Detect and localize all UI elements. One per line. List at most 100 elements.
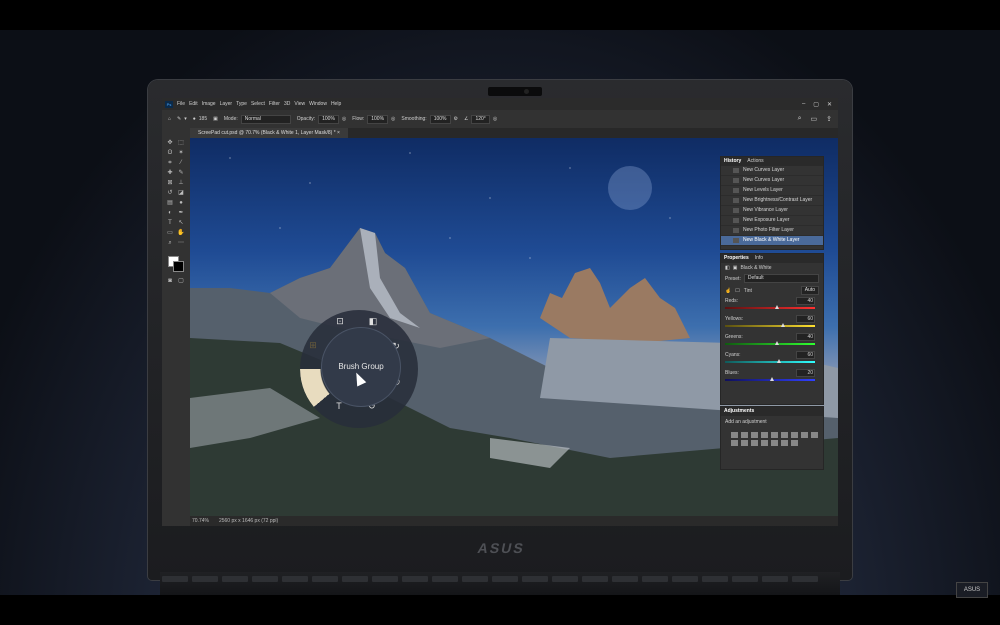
vibrance-icon[interactable] — [771, 432, 778, 438]
flow-field[interactable]: 100% — [367, 114, 389, 124]
levels-icon[interactable] — [741, 432, 748, 438]
hue-sat-icon[interactable] — [781, 432, 788, 438]
slider-value-field[interactable]: 20 — [796, 369, 815, 377]
menu-image[interactable]: Image — [202, 101, 216, 107]
slider-thumb[interactable] — [780, 323, 785, 327]
slider-thumb[interactable] — [774, 341, 779, 345]
maximize-button[interactable]: ▢ — [813, 101, 819, 108]
slider-track[interactable] — [725, 343, 815, 345]
menu-select[interactable]: Select — [251, 101, 265, 107]
color-balance-icon[interactable] — [791, 432, 798, 438]
quick-mask-icon[interactable]: ◙ — [166, 278, 174, 285]
slider-value-field[interactable]: 60 — [796, 351, 815, 359]
auto-button[interactable]: Auto — [800, 286, 819, 295]
channel-mixer-icon[interactable] — [731, 440, 738, 446]
tab-info[interactable]: Info — [755, 254, 763, 263]
radial-frame-icon[interactable]: ⊡ — [335, 316, 345, 326]
history-row[interactable]: New Vibrance Layer — [721, 206, 823, 216]
brush-group-button[interactable]: Brush Group — [322, 328, 400, 406]
workspace-icon[interactable]: ▭ — [811, 115, 818, 123]
menu-window[interactable]: Window — [309, 101, 327, 107]
hand-tool-icon[interactable]: ✋ — [177, 230, 185, 237]
opacity-field[interactable]: 100% — [318, 114, 339, 124]
radial-half-circle-icon[interactable]: ◧ — [368, 316, 378, 326]
airbrush-icon[interactable]: ◎ — [391, 116, 395, 122]
more-tools-icon[interactable]: ⋯ — [177, 240, 185, 247]
menu-type[interactable]: Type — [236, 101, 247, 107]
search-icon[interactable]: ⌕ — [798, 115, 802, 123]
targeted-adjust-icon[interactable]: ☝ — [725, 288, 731, 294]
color-lookup-icon[interactable] — [741, 440, 748, 446]
share-icon[interactable]: ⇪ — [826, 115, 832, 123]
slider-thumb[interactable] — [770, 377, 774, 381]
menu-view[interactable]: View — [294, 101, 305, 107]
menu-filter[interactable]: Filter — [269, 101, 280, 107]
history-row-selected[interactable]: New Black & White Layer — [721, 236, 823, 246]
smoothing-field[interactable]: 100% — [429, 114, 451, 124]
history-row[interactable]: New Exposure Layer — [721, 216, 823, 226]
menu-help[interactable]: Help — [331, 101, 341, 107]
eraser-icon[interactable]: ◪ — [177, 190, 185, 197]
tab-close-icon[interactable]: × — [337, 130, 340, 136]
invert-icon[interactable] — [751, 440, 758, 446]
frame-tool-icon[interactable]: ⊠ — [166, 180, 174, 187]
slider-track[interactable] — [725, 325, 815, 327]
move-tool-icon[interactable]: ✥ — [166, 140, 174, 147]
preset-select[interactable]: Default — [743, 274, 819, 283]
brush-tool-icon[interactable]: ✎ — [177, 116, 181, 122]
tint-checkbox[interactable]: ☐ — [735, 288, 739, 294]
menu-file[interactable]: File — [177, 101, 185, 107]
history-brush-icon[interactable]: ↺ — [166, 190, 174, 197]
zoom-tool-icon[interactable]: ⌕ — [166, 240, 174, 247]
crop-tool-icon[interactable]: ⌗ — [166, 160, 174, 167]
home-icon[interactable]: ⌂ — [168, 116, 171, 122]
brush-preset-picker[interactable]: ● — [193, 116, 196, 122]
tab-properties[interactable]: Properties — [724, 254, 749, 263]
curves-icon[interactable] — [751, 432, 758, 438]
history-row[interactable]: New Levels Layer — [721, 186, 823, 196]
brush-icon[interactable]: ✎ — [177, 170, 185, 177]
marquee-tool-icon[interactable]: ⬚ — [177, 140, 185, 147]
photo-filter-icon[interactable] — [811, 432, 818, 438]
exposure-icon[interactable] — [761, 432, 768, 438]
document-tab[interactable]: ScreePad cut.psd @ 70.7% (Black & White … — [190, 128, 348, 138]
tab-actions[interactable]: Actions — [747, 157, 763, 166]
path-selection-icon[interactable]: ↖ — [177, 220, 185, 227]
background-color-swatch[interactable] — [173, 261, 184, 272]
tab-history[interactable]: History — [724, 157, 741, 166]
pen-tool-icon[interactable]: ✒ — [177, 210, 185, 217]
type-tool-icon[interactable]: T — [166, 220, 174, 227]
history-row[interactable]: New Curves Layer — [721, 176, 823, 186]
gear-icon[interactable]: ⚙ — [454, 116, 458, 122]
gradient-icon[interactable]: ▤ — [166, 200, 174, 207]
pressure-size-icon[interactable]: ◎ — [493, 116, 497, 122]
eyedropper-icon[interactable]: ⁄ — [177, 160, 185, 167]
slider-value-field[interactable]: 60 — [796, 315, 815, 323]
selective-color-icon[interactable] — [791, 440, 798, 446]
angle-field[interactable]: 120° — [471, 114, 490, 124]
shape-tool-icon[interactable]: ▭ — [166, 230, 174, 237]
slider-track[interactable] — [725, 361, 815, 363]
screen-mode-icon[interactable]: ▢ — [177, 278, 185, 285]
brightness-icon[interactable] — [731, 432, 738, 438]
mode-select[interactable]: Normal — [240, 114, 291, 124]
blur-icon[interactable]: ● — [177, 200, 185, 207]
slider-value-field[interactable]: 40 — [796, 333, 815, 341]
dodge-icon[interactable]: ◐ — [166, 210, 174, 217]
radial-type-icon[interactable]: T — [334, 401, 344, 411]
gradient-map-icon[interactable] — [781, 440, 788, 446]
history-row[interactable]: New Curves Layer — [721, 166, 823, 176]
slider-thumb[interactable] — [774, 305, 779, 309]
posterize-icon[interactable] — [761, 440, 768, 446]
pressure-opacity-icon[interactable]: ◎ — [342, 116, 346, 122]
history-row[interactable]: New Brightness/Contrast Layer — [721, 196, 823, 206]
close-button[interactable]: ✕ — [827, 101, 832, 108]
history-row[interactable]: New Photo Filter Layer — [721, 226, 823, 236]
slider-value-field[interactable]: 40 — [796, 297, 815, 305]
minimize-button[interactable]: – — [802, 101, 805, 108]
healing-brush-icon[interactable]: ✚ — [166, 170, 174, 177]
menu-layer[interactable]: Layer — [220, 101, 233, 107]
bw-icon[interactable] — [801, 432, 808, 438]
threshold-icon[interactable] — [771, 440, 778, 446]
brush-settings-icon[interactable]: ▣ — [213, 116, 218, 122]
